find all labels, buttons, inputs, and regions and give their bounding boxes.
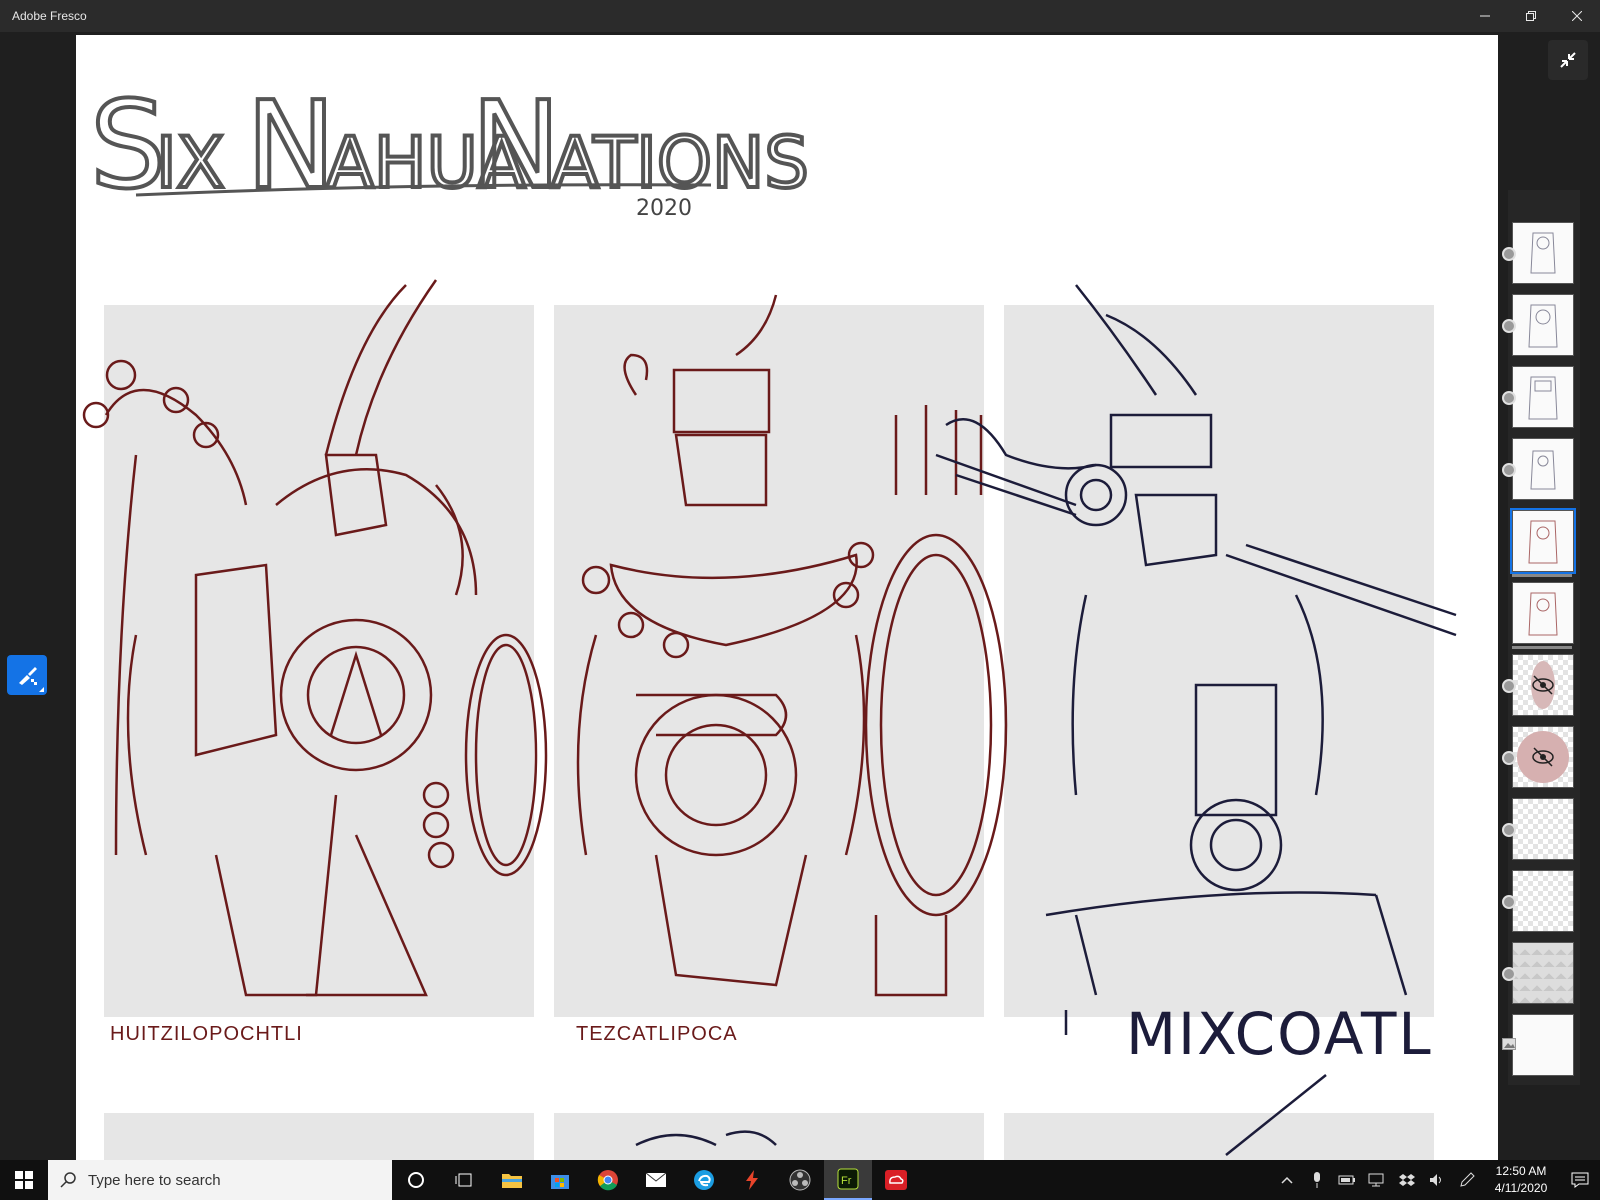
store-icon [551, 1175, 569, 1189]
layer-visibility-2[interactable] [1502, 319, 1516, 333]
dropbox-icon [1399, 1174, 1415, 1186]
folder-icon [502, 1174, 522, 1188]
layer-thumb-3[interactable] [1512, 366, 1574, 428]
cortana-button[interactable] [392, 1160, 440, 1200]
network-icon [1368, 1173, 1384, 1187]
chevron-up-icon [1281, 1176, 1293, 1184]
restore-button[interactable] [1508, 0, 1554, 32]
workspace: S IX N AHUA N ATIONS 2020 HUITZILOPOCHTL… [0, 32, 1600, 1160]
fresco-button[interactable]: Fr [824, 1160, 872, 1200]
title-lettering-6: ATIONS [551, 122, 809, 204]
dropbox-tray-button[interactable] [1392, 1160, 1422, 1200]
layer-thumb-4[interactable] [1512, 438, 1574, 500]
taskbar-clock[interactable]: 12:50 AM 4/11/2020 [1482, 1163, 1560, 1197]
title-bar: Adobe Fresco [0, 0, 1600, 32]
hidden-eye-icon [1532, 747, 1554, 767]
search-placeholder: Type here to search [88, 1171, 221, 1189]
layer-visibility-1[interactable] [1502, 247, 1516, 261]
image-layer-icon [1502, 1038, 1516, 1050]
artwork: S IX N AHUA N ATIONS 2020 [82, 75, 1457, 1160]
collapse-icon [1560, 52, 1576, 68]
caption-tezcatlipoca: TEZCATLIPOCA [576, 1023, 738, 1045]
panel-5 [554, 1113, 984, 1160]
red-app-button[interactable] [728, 1160, 776, 1200]
tray-overflow-button[interactable] [1272, 1160, 1302, 1200]
layer-thumb-7[interactable] [1512, 654, 1574, 716]
volume-icon [1430, 1174, 1441, 1186]
task-view-icon [455, 1173, 472, 1187]
layer-visibility-9[interactable] [1502, 823, 1516, 837]
svg-text:Fr: Fr [841, 1175, 852, 1187]
minimize-button[interactable] [1462, 0, 1508, 32]
network-tray-button[interactable] [1362, 1160, 1392, 1200]
volume-tray-button[interactable] [1422, 1160, 1452, 1200]
layer-thumb-12-background[interactable] [1512, 1014, 1574, 1076]
obs-icon [789, 1169, 811, 1191]
cortana-icon [408, 1172, 424, 1188]
layer-thumb-9[interactable] [1512, 798, 1574, 860]
layer-group-underline [1512, 646, 1572, 649]
microphone-icon [1314, 1172, 1320, 1188]
layer-thumb-8[interactable] [1512, 726, 1574, 788]
drawing-canvas[interactable]: S IX N AHUA N ATIONS 2020 HUITZILOPOCHTL… [76, 35, 1498, 1160]
chrome-icon [597, 1170, 618, 1191]
layer-visibility-8[interactable] [1502, 751, 1516, 765]
battery-tray-button[interactable] [1332, 1160, 1362, 1200]
clock-time: 12:50 AM [1495, 1164, 1547, 1178]
layer-thumb-11[interactable] [1512, 942, 1574, 1004]
title-lettering-5: N [471, 77, 561, 216]
task-view-button[interactable] [440, 1160, 488, 1200]
close-button[interactable] [1554, 0, 1600, 32]
system-tray: 12:50 AM 4/11/2020 [1272, 1160, 1600, 1200]
caption-huitzilopochtli: HUITZILOPOCHTLI [110, 1023, 303, 1045]
store-button[interactable] [536, 1160, 584, 1200]
obs-button[interactable] [776, 1160, 824, 1200]
panel-4 [104, 1113, 534, 1160]
layer-active-underline [1512, 574, 1572, 577]
layer-visibility-3[interactable] [1502, 391, 1516, 405]
file-explorer-button[interactable] [488, 1160, 536, 1200]
panel-6 [1004, 1113, 1434, 1160]
pen-icon [1460, 1172, 1475, 1187]
clock-date: 4/11/2020 [1494, 1181, 1548, 1195]
pen-tray-button[interactable] [1452, 1160, 1482, 1200]
caption-mixcoatl: MIXCOATL [1126, 1000, 1433, 1068]
pixel-brush-icon [19, 667, 37, 685]
edge-icon [694, 1170, 714, 1190]
layer-thumb-1[interactable] [1512, 222, 1574, 284]
layer-visibility-11[interactable] [1502, 967, 1516, 981]
layers-panel [1502, 190, 1580, 1085]
title-lettering-3: N [246, 77, 336, 216]
action-center-button[interactable] [1560, 1172, 1600, 1188]
exit-fullscreen-button[interactable] [1548, 40, 1588, 80]
mail-icon [645, 1172, 667, 1187]
active-brush-tool-button[interactable] [7, 655, 47, 695]
taskbar-search-box[interactable]: Type here to search [48, 1160, 392, 1200]
creative-cloud-icon [885, 1170, 907, 1190]
taskbar: Type here to search Fr 12:50 AM 4/11/202… [0, 1160, 1600, 1200]
layer-visibility-4[interactable] [1502, 463, 1516, 477]
search-icon [48, 1172, 88, 1188]
notification-icon [1571, 1172, 1589, 1188]
layer-visibility-10[interactable] [1502, 895, 1516, 909]
panel-1 [104, 305, 534, 1017]
layer-thumb-5-active[interactable] [1510, 508, 1576, 574]
edge-button[interactable] [680, 1160, 728, 1200]
fresco-icon: Fr [837, 1168, 859, 1190]
windows-logo-icon [15, 1171, 33, 1189]
microphone-tray-button[interactable] [1302, 1160, 1332, 1200]
layer-visibility-7[interactable] [1502, 679, 1516, 693]
start-button[interactable] [0, 1160, 48, 1200]
hidden-eye-icon [1532, 675, 1554, 695]
layer-thumb-2[interactable] [1512, 294, 1574, 356]
window-title: Adobe Fresco [12, 9, 87, 23]
mail-button[interactable] [632, 1160, 680, 1200]
chrome-button[interactable] [584, 1160, 632, 1200]
creative-cloud-button[interactable] [872, 1160, 920, 1200]
lightning-app-icon [746, 1170, 758, 1190]
year-label: 2020 [636, 196, 692, 221]
layer-thumb-10[interactable] [1512, 870, 1574, 932]
battery-icon [1338, 1175, 1355, 1185]
layer-thumb-6[interactable] [1512, 582, 1574, 644]
